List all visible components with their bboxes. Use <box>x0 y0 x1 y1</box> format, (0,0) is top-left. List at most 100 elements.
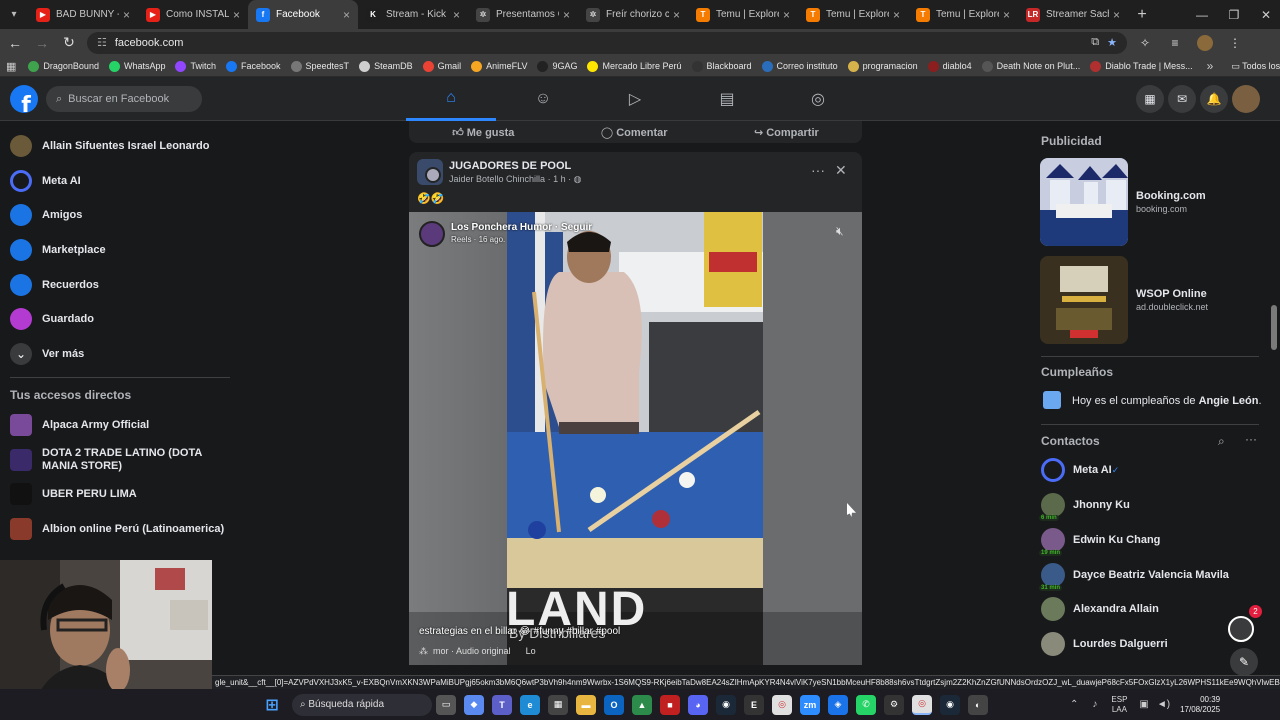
new-tab-button[interactable]: + <box>1128 6 1156 24</box>
bookmark-item[interactable]: Facebook <box>226 60 281 72</box>
task-view-icon[interactable]: ▭ <box>436 694 456 715</box>
vpn-icon[interactable]: ◈ <box>828 694 848 715</box>
photos-icon[interactable]: ▲ <box>632 694 652 715</box>
app-gear-icon[interactable]: ⚙ <box>884 694 904 715</box>
tab-close-icon[interactable]: × <box>1113 8 1120 22</box>
maximize-button[interactable]: ❐ <box>1218 0 1250 29</box>
left-menu-item[interactable]: Guardado <box>10 304 230 334</box>
facebook-logo-icon[interactable]: f <box>10 85 38 113</box>
zoom-icon[interactable]: zm <box>800 694 820 715</box>
contact-item[interactable]: Meta AI ✓ <box>1041 456 1261 484</box>
group-avatar[interactable] <box>417 159 443 185</box>
discord-icon[interactable]: ◕ <box>688 694 708 715</box>
post-more-icon[interactable]: ··· <box>811 162 825 178</box>
network-icon[interactable]: ▣ <box>1139 699 1148 710</box>
birthday-notice[interactable]: Hoy es el cumpleaños de Angie León. <box>1072 395 1262 407</box>
ad-thumbnail-wsop[interactable] <box>1040 256 1128 344</box>
bookmark-item[interactable]: programacion <box>847 60 918 72</box>
browser-tab[interactable]: ✲ Freír chorizo con × <box>578 0 688 29</box>
bookmark-item[interactable]: SpeedtesT <box>290 60 349 72</box>
browser-tab[interactable]: ✲ Presentamos Cha × <box>468 0 578 29</box>
contact-item[interactable]: Alexandra Allain <box>1041 595 1261 623</box>
bookmark-item[interactable]: 9GAG <box>537 60 577 72</box>
shortcut-item[interactable]: Albion online Perú (Latinoamerica) <box>10 514 230 544</box>
menu-grid-icon[interactable]: ▦ <box>1136 85 1164 113</box>
browser-menu-icon[interactable]: ⋮ <box>1223 31 1247 55</box>
browser-tab[interactable]: T Temu | Explore th × <box>798 0 908 29</box>
edge-icon[interactable]: e <box>520 694 540 715</box>
messenger-icon[interactable]: ✉ <box>1168 85 1196 113</box>
tab-search-button[interactable]: ▾ <box>0 0 28 29</box>
bookmark-item[interactable]: diablo4 <box>927 60 972 72</box>
nav-friends-icon[interactable]: ☺ <box>498 77 588 121</box>
left-menu-item[interactable]: Recuerdos <box>10 270 230 300</box>
browser-tab[interactable]: ▶ Como INSTALAR × <box>138 0 248 29</box>
post-time[interactable]: 1 h <box>553 174 566 184</box>
outlook-icon[interactable]: O <box>604 694 624 715</box>
language-indicator[interactable]: ESP LAA <box>1111 695 1127 715</box>
bookmark-item[interactable]: Diablo Trade | Mess... <box>1090 60 1193 72</box>
extensions-icon[interactable]: ✧ <box>1133 31 1157 55</box>
back-button[interactable]: ← <box>3 31 27 55</box>
install-app-icon[interactable]: ⧉ <box>1091 36 1099 49</box>
nav-video-icon[interactable]: ▷ <box>590 77 680 121</box>
browser-tab[interactable]: f Facebook × <box>248 0 358 29</box>
reel-page-avatar[interactable] <box>419 221 445 247</box>
tab-close-icon[interactable]: × <box>893 8 900 22</box>
bookmark-item[interactable]: Blackboard <box>691 60 752 72</box>
bookmark-item[interactable]: Correo instituto <box>761 60 838 72</box>
chrome-active-icon[interactable]: ◎ <box>912 694 932 715</box>
bookmark-item[interactable]: DragonBound <box>28 60 99 72</box>
reel-video[interactable]: Los Ponchera Humor · Seguir Reels · 16 a… <box>409 212 862 665</box>
tab-close-icon[interactable]: × <box>343 8 350 22</box>
new-message-icon[interactable]: ✎ <box>1230 648 1258 676</box>
ad-name-booking[interactable]: Booking.com <box>1136 190 1206 202</box>
page-scrollbar[interactable] <box>1271 305 1277 350</box>
bookmark-star-icon[interactable]: ★ <box>1107 36 1117 49</box>
contact-item[interactable]: 19 min Edwin Ku Chang <box>1039 526 1261 556</box>
mic-icon[interactable]: ♪ <box>1092 699 1097 710</box>
tab-close-icon[interactable]: × <box>453 8 460 22</box>
contact-item[interactable]: 31 min Dayce Beatriz Valencia Mavila <box>1039 561 1261 591</box>
bookmark-item[interactable]: Death Note on Plut... <box>981 60 1080 72</box>
reload-button[interactable]: ↻ <box>57 31 81 55</box>
tab-close-icon[interactable]: × <box>233 8 240 22</box>
app-extra-icon[interactable]: ◐ <box>968 694 988 715</box>
whatsapp-icon[interactable]: ✆ <box>856 694 876 715</box>
nav-home-icon[interactable]: ⌂ <box>406 77 496 121</box>
ad-thumbnail-booking[interactable] <box>1040 158 1128 246</box>
contacts-search-icon[interactable]: ⌕ <box>1218 434 1225 449</box>
account-avatar[interactable] <box>1232 85 1260 113</box>
file-explorer-icon[interactable]: ▬ <box>576 694 596 715</box>
steam-tray-icon[interactable]: ◉ <box>940 694 960 715</box>
close-window-button[interactable]: ✕ <box>1250 0 1280 29</box>
nav-marketplace-icon[interactable]: ▤ <box>682 77 772 121</box>
tab-close-icon[interactable]: × <box>673 8 680 22</box>
steam-icon[interactable]: ◉ <box>716 694 736 715</box>
bookmark-item[interactable]: WhatsApp <box>108 60 165 72</box>
share-button[interactable]: ↪ Compartir <box>754 126 819 139</box>
shortcut-item[interactable]: DOTA 2 TRADE LATINO (DOTA MANIA STORE) <box>10 445 230 475</box>
facebook-search-input[interactable] <box>68 93 189 105</box>
notifications-bell-icon[interactable]: 🔔 <box>1200 85 1228 113</box>
mute-icon[interactable]: 🔇︎ <box>836 224 844 239</box>
tab-close-icon[interactable]: × <box>123 8 130 22</box>
contacts-more-icon[interactable]: ··· <box>1245 432 1257 446</box>
left-menu-item[interactable]: Meta AI <box>10 166 230 196</box>
teams-icon[interactable]: T <box>492 694 512 715</box>
left-menu-item[interactable]: ⌄ Ver más <box>10 339 230 369</box>
store-icon[interactable]: ▦ <box>548 694 568 715</box>
windows-start-icon[interactable]: ⊞ <box>262 695 282 715</box>
apps-grid-icon[interactable]: ▦ <box>6 60 16 73</box>
post-group-name[interactable]: JUGADORES DE POOL <box>449 160 571 172</box>
shortcut-item[interactable]: Alpaca Army Official <box>10 410 230 440</box>
reel-audio[interactable]: ⁂ mor · Audio original Lo <box>419 646 536 657</box>
forward-button[interactable]: → <box>30 31 54 55</box>
left-menu-item[interactable]: Marketplace <box>10 235 230 265</box>
bookmark-item[interactable]: Mercado Libre Perú <box>587 60 682 72</box>
post-close-icon[interactable]: ✕ <box>835 162 847 179</box>
browser-tab[interactable]: T Temu | Explore th × <box>688 0 798 29</box>
like-button[interactable]: 👍︎ Me gusta <box>452 126 514 139</box>
minimize-button[interactable]: — <box>1186 0 1218 29</box>
chrome-icon[interactable]: ◎ <box>772 694 792 715</box>
